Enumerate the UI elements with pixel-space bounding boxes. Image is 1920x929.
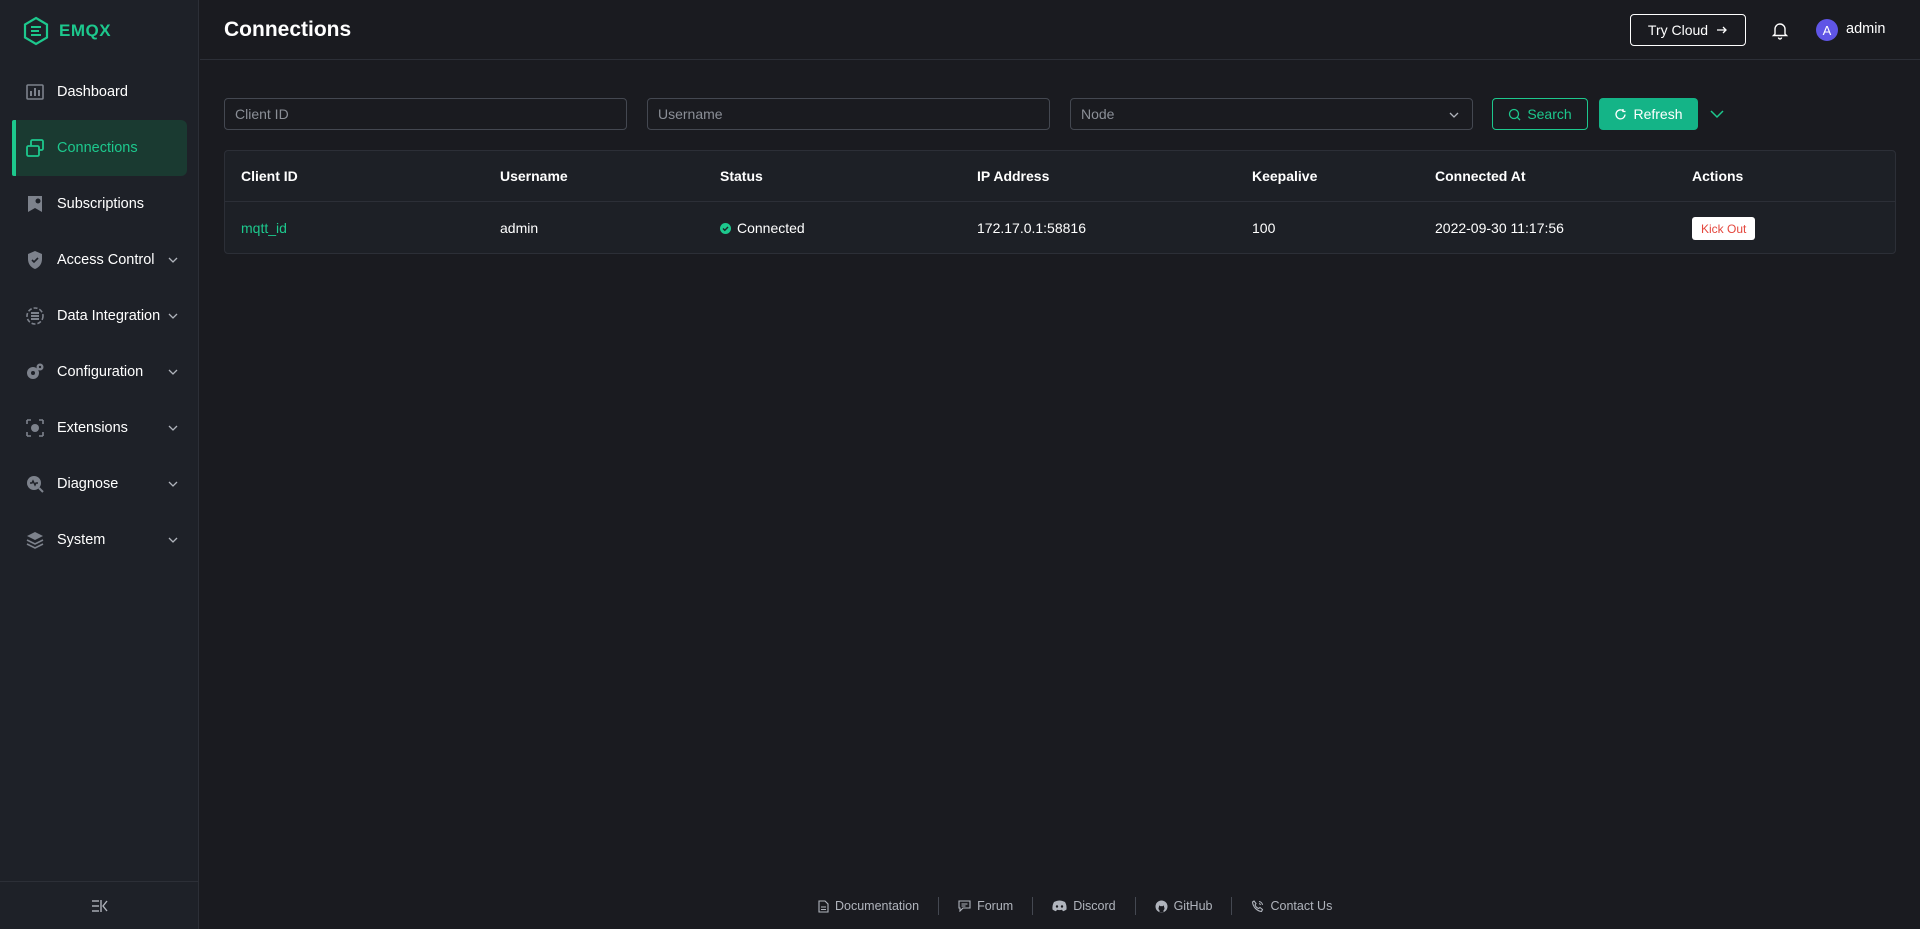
column-header: Client ID xyxy=(241,168,298,184)
username-input[interactable]: Username xyxy=(647,98,1050,130)
column-header: Actions xyxy=(1692,168,1744,184)
sidebar-item-extensions[interactable]: Extensions xyxy=(12,400,187,456)
column-header: Keepalive xyxy=(1252,168,1318,184)
connected-at-cell: 2022-09-30 11:17:56 xyxy=(1435,220,1564,236)
footer-links: Documentation Forum Discord GitHub Conta… xyxy=(798,894,1351,918)
subscriptions-icon xyxy=(25,194,45,214)
table-row: mqtt_id admin Connected 172.17.0.1:58816… xyxy=(225,202,1895,254)
app-root: EMQX Dashboard Connections Subscriptions xyxy=(0,0,1920,929)
sidebar-item-label: Diagnose xyxy=(57,476,119,492)
search-label: Search xyxy=(1527,106,1572,122)
chevron-down-icon xyxy=(1449,112,1459,118)
sidebar-item-label: Data Integration xyxy=(57,308,161,324)
footer-link-label: Documentation xyxy=(835,899,920,913)
expand-filters-chevron-icon[interactable] xyxy=(1709,107,1725,121)
refresh-label: Refresh xyxy=(1633,106,1683,122)
client-id-input[interactable]: Client ID xyxy=(224,98,627,130)
gears-icon xyxy=(25,362,45,382)
connections-table: Client ID Username Status IP Address Kee… xyxy=(224,150,1896,254)
chevron-down-icon xyxy=(168,425,178,431)
username-cell: admin xyxy=(500,220,539,236)
page-title: Connections xyxy=(224,18,352,41)
top-header: Connections Try Cloud A admin xyxy=(200,0,1920,60)
connections-icon xyxy=(25,138,45,158)
chevron-down-icon xyxy=(168,537,178,543)
column-header: Connected At xyxy=(1435,168,1526,184)
table-header: Client ID Username Status IP Address Kee… xyxy=(225,151,1895,202)
logo-text: EMQX xyxy=(59,21,112,40)
footer-link-contact-us[interactable]: Contact Us xyxy=(1232,899,1351,913)
username-label[interactable]: admin xyxy=(1846,21,1886,37)
kick-out-button[interactable]: Kick Out xyxy=(1692,217,1756,240)
sidebar-item-label: Connections xyxy=(57,140,138,156)
status-text: Connected xyxy=(737,220,805,236)
search-icon xyxy=(1509,108,1521,120)
document-icon xyxy=(818,899,829,913)
column-header: Username xyxy=(500,168,568,184)
arrow-right-icon xyxy=(1717,26,1727,34)
sidebar-item-label: System xyxy=(57,532,106,548)
sidebar-item-connections[interactable]: Connections xyxy=(12,120,187,176)
phone-icon xyxy=(1252,899,1264,912)
footer-link-forum[interactable]: Forum xyxy=(939,899,1032,913)
node-placeholder: Node xyxy=(1081,106,1115,122)
client-id-link[interactable]: mqtt_id xyxy=(241,220,287,236)
chevron-down-icon xyxy=(168,313,178,319)
logo[interactable]: EMQX xyxy=(22,16,111,46)
sidebar-item-label: Subscriptions xyxy=(57,196,145,212)
try-cloud-label: Try Cloud xyxy=(1647,22,1709,38)
client-id-placeholder: Client ID xyxy=(235,106,289,122)
footer-link-discord[interactable]: Discord xyxy=(1033,899,1134,913)
dashboard-icon xyxy=(25,82,45,102)
sidebar-item-access-control[interactable]: Access Control xyxy=(12,232,187,288)
sidebar-item-label: Extensions xyxy=(57,420,128,436)
ip-address-cell: 172.17.0.1:58816 xyxy=(977,220,1086,236)
sidebar-item-label: Access Control xyxy=(57,252,155,268)
sidebar-item-diagnose[interactable]: Diagnose xyxy=(12,456,187,512)
sidebar-item-dashboard[interactable]: Dashboard xyxy=(12,64,187,120)
discord-icon xyxy=(1052,900,1067,912)
sidebar-item-label: Dashboard xyxy=(57,84,128,100)
status-cell: Connected xyxy=(720,220,805,236)
sidebar-item-data-integration[interactable]: Data Integration xyxy=(12,288,187,344)
column-header: Status xyxy=(720,168,763,184)
keepalive-cell: 100 xyxy=(1252,220,1276,236)
footer-link-label: Discord xyxy=(1073,899,1116,913)
sidebar-nav: Dashboard Connections Subscriptions Acce… xyxy=(12,64,187,568)
search-button[interactable]: Search xyxy=(1492,98,1588,130)
chat-icon xyxy=(958,900,971,912)
chevron-down-icon xyxy=(168,481,178,487)
sidebar-item-system[interactable]: System xyxy=(12,512,187,568)
extensions-icon xyxy=(25,418,45,438)
sidebar-item-configuration[interactable]: Configuration xyxy=(12,344,187,400)
emqx-logo-icon xyxy=(23,16,49,46)
username-placeholder: Username xyxy=(658,106,723,122)
system-icon xyxy=(25,530,45,550)
footer-link-label: Contact Us xyxy=(1270,899,1333,913)
refresh-button[interactable]: Refresh xyxy=(1599,98,1698,130)
data-integration-icon xyxy=(25,306,45,326)
chevron-down-icon xyxy=(168,369,178,375)
sidebar-item-subscriptions[interactable]: Subscriptions xyxy=(12,176,187,232)
avatar[interactable]: A xyxy=(1816,19,1838,41)
sidebar: EMQX Dashboard Connections Subscriptions xyxy=(0,0,199,929)
refresh-icon xyxy=(1615,108,1627,119)
footer-link-label: Forum xyxy=(977,899,1014,913)
diagnose-icon xyxy=(25,474,45,494)
bell-icon[interactable] xyxy=(1770,20,1790,40)
github-icon xyxy=(1155,900,1168,912)
footer-link-documentation[interactable]: Documentation xyxy=(798,899,938,913)
footer: Documentation Forum Discord GitHub Conta… xyxy=(200,894,1920,918)
node-select[interactable]: Node xyxy=(1070,98,1473,130)
shield-icon xyxy=(25,250,45,270)
chevron-down-icon xyxy=(168,257,178,263)
sidebar-item-label: Configuration xyxy=(57,364,144,380)
collapse-sidebar-icon[interactable] xyxy=(91,898,109,914)
connected-status-icon xyxy=(720,223,731,234)
column-header: IP Address xyxy=(977,168,1050,184)
try-cloud-button[interactable]: Try Cloud xyxy=(1630,14,1746,46)
footer-link-label: GitHub xyxy=(1173,899,1213,913)
footer-link-github[interactable]: GitHub xyxy=(1136,899,1232,913)
sidebar-footer xyxy=(0,881,199,929)
